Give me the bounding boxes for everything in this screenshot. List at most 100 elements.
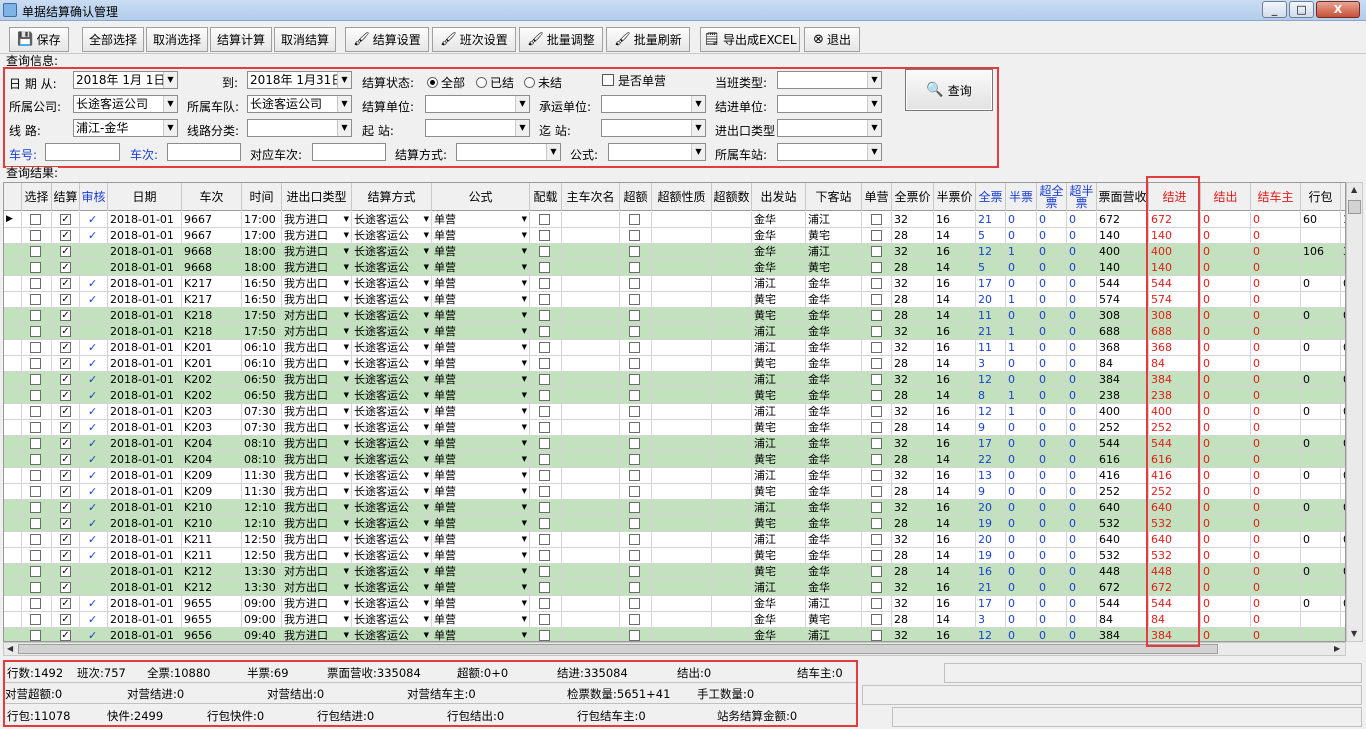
table-cell[interactable]: 黄宅 <box>752 356 806 372</box>
table-cell[interactable]: ✓ <box>52 308 80 324</box>
table-cell[interactable]: 14 <box>934 228 976 244</box>
checkbox[interactable]: ✓ <box>60 550 71 561</box>
table-cell[interactable]: 0 <box>1251 628 1301 641</box>
table-cell[interactable]: 0 <box>1067 292 1097 308</box>
table-cell[interactable]: 640 <box>1097 532 1149 548</box>
table-cell[interactable]: K203 <box>182 404 242 420</box>
table-cell[interactable]: 0 <box>1006 228 1037 244</box>
table-cell[interactable]: ✓ <box>52 276 80 292</box>
checkbox[interactable] <box>871 566 882 577</box>
table-cell[interactable] <box>652 612 712 628</box>
table-cell[interactable] <box>562 308 620 324</box>
checkbox[interactable] <box>539 294 550 305</box>
table-cell[interactable]: 金华 <box>806 404 862 420</box>
table-cell[interactable]: 0 <box>1067 244 1097 260</box>
table-cell[interactable]: 我方出口 ▼ <box>282 452 352 468</box>
table-cell[interactable] <box>620 324 652 340</box>
table-cell[interactable] <box>1301 388 1341 404</box>
table-cell[interactable]: 2018-01-01 <box>108 212 182 228</box>
settle-method-select[interactable]: ▼ <box>456 143 561 161</box>
checkbox[interactable]: ✓ <box>60 246 71 257</box>
checkbox[interactable] <box>30 486 41 497</box>
checkbox[interactable] <box>629 518 640 529</box>
table-cell[interactable] <box>620 580 652 596</box>
table-row[interactable]: ✓ ✓ 2018-01-01 K204 08:10 我方出口 ▼ 长途客运公 ▼ 单营 ▼ 浦江 金华 3… <box>4 436 1345 452</box>
row-indicator[interactable] <box>4 484 22 500</box>
table-cell[interactable]: 0 <box>1251 420 1301 436</box>
table-cell[interactable]: K210 <box>182 500 242 516</box>
checkbox[interactable]: ✓ <box>60 326 71 337</box>
table-cell[interactable]: 0 <box>1037 532 1067 548</box>
chevron-down-icon[interactable]: ▼ <box>424 452 429 467</box>
chevron-down-icon[interactable]: ▼ <box>522 452 527 467</box>
table-cell[interactable]: 32 <box>892 372 934 388</box>
table-cell[interactable]: 0 <box>1201 372 1251 388</box>
table-cell[interactable]: 对方出口 ▼ <box>282 308 352 324</box>
checkbox[interactable] <box>871 582 882 593</box>
opp-trip-input[interactable] <box>312 143 386 161</box>
table-cell[interactable] <box>530 260 562 276</box>
table-cell[interactable] <box>712 276 752 292</box>
table-cell[interactable] <box>862 260 892 276</box>
chevron-down-icon[interactable]: ▼ <box>344 228 349 243</box>
table-row[interactable]: ✓ 2018-01-01 9668 18:00 我方进口 ▼ 长途客运公 ▼ 单营 ▼ 金华 黄宅 28… <box>4 260 1345 276</box>
column-header[interactable]: 超额 <box>620 183 652 211</box>
table-cell[interactable]: 0 <box>1201 356 1251 372</box>
table-cell[interactable]: 单营 ▼ <box>432 500 530 516</box>
table-cell[interactable]: K217 <box>182 292 242 308</box>
table-cell[interactable]: 416 <box>1149 468 1201 484</box>
table-cell[interactable] <box>712 628 752 641</box>
table-cell[interactable]: 20 <box>976 292 1006 308</box>
route-select[interactable]: 浦江-金华 ▼ <box>73 119 178 137</box>
table-cell[interactable]: 2018-01-01 <box>108 500 182 516</box>
table-cell[interactable]: 0 <box>1301 340 1341 356</box>
table-cell[interactable]: 2018-01-01 <box>108 612 182 628</box>
table-cell[interactable]: 浦江 <box>752 372 806 388</box>
table-cell[interactable] <box>620 564 652 580</box>
chevron-down-icon[interactable]: ▼ <box>522 308 527 323</box>
table-row[interactable]: ✓ ✓ 2018-01-01 K211 12:50 我方出口 ▼ 长途客运公 ▼ 单营 ▼ 黄宅 金华 2… <box>4 548 1345 564</box>
table-cell[interactable]: 0 <box>1251 596 1301 612</box>
table-cell[interactable]: 0 <box>1037 516 1067 532</box>
table-cell[interactable] <box>22 276 52 292</box>
table-cell[interactable] <box>22 244 52 260</box>
table-cell[interactable] <box>530 612 562 628</box>
table-cell[interactable]: 16 <box>934 436 976 452</box>
table-cell[interactable]: ✓ <box>52 468 80 484</box>
table-cell[interactable]: 长途客运公 ▼ <box>352 628 432 641</box>
table-cell[interactable]: 0 <box>1067 420 1097 436</box>
table-cell[interactable] <box>652 372 712 388</box>
table-cell[interactable] <box>530 276 562 292</box>
table-cell[interactable]: 544 <box>1149 596 1201 612</box>
checkbox[interactable] <box>629 630 640 641</box>
table-cell[interactable]: 1 <box>1006 324 1037 340</box>
checkbox[interactable] <box>871 518 882 529</box>
table-cell[interactable]: 416 <box>1097 468 1149 484</box>
checkbox[interactable] <box>30 310 41 321</box>
chevron-down-icon[interactable]: ▼ <box>344 500 349 515</box>
table-cell[interactable] <box>862 548 892 564</box>
table-cell[interactable]: 9 <box>976 420 1006 436</box>
chevron-down-icon[interactable]: ▼ <box>522 500 527 515</box>
table-cell[interactable] <box>22 292 52 308</box>
chevron-down-icon[interactable]: ▼ <box>522 404 527 419</box>
table-cell[interactable]: 黄宅 <box>752 292 806 308</box>
table-cell[interactable]: 我方出口 ▼ <box>282 484 352 500</box>
table-cell[interactable]: 07:30 <box>242 420 282 436</box>
table-cell[interactable]: 0 <box>1067 228 1097 244</box>
shift-settings-button[interactable]: 🖌 班次设置 <box>432 27 516 52</box>
chevron-down-icon[interactable]: ▼ <box>344 356 349 371</box>
checkbox[interactable] <box>539 310 550 321</box>
table-cell[interactable]: 金华 <box>752 612 806 628</box>
table-cell[interactable] <box>862 628 892 641</box>
table-cell[interactable]: 0 <box>1201 276 1251 292</box>
table-cell[interactable]: 0 <box>1037 308 1067 324</box>
chevron-down-icon[interactable]: ▼ <box>522 468 527 483</box>
table-cell[interactable] <box>530 452 562 468</box>
table-cell[interactable] <box>530 420 562 436</box>
checkbox[interactable] <box>539 598 550 609</box>
table-cell[interactable]: 单营 ▼ <box>432 340 530 356</box>
checkbox[interactable] <box>30 262 41 273</box>
table-cell[interactable]: 0 <box>1251 276 1301 292</box>
checkbox[interactable]: ✓ <box>60 582 71 593</box>
